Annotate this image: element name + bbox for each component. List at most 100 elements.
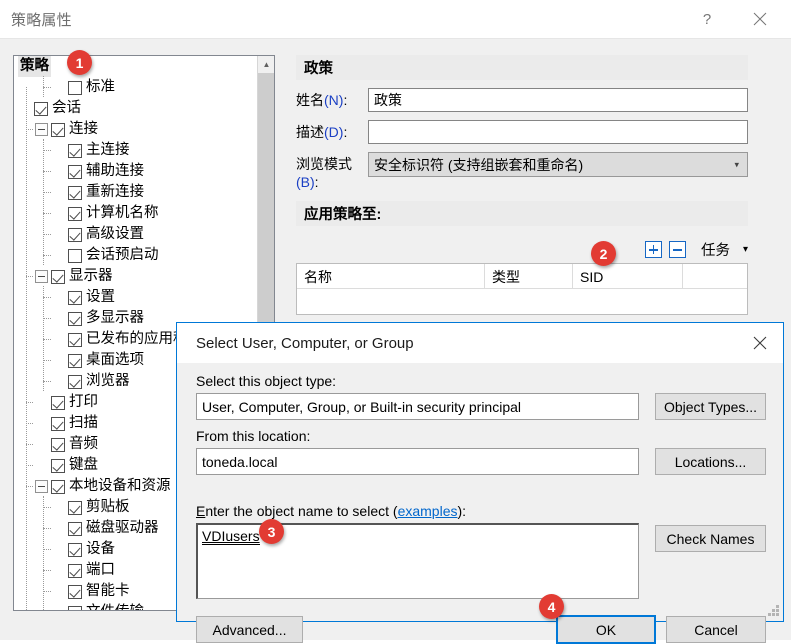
grid-col-name[interactable]: 名称	[297, 264, 485, 289]
checkbox-checked-icon[interactable]	[68, 143, 82, 158]
checkbox-checked-icon[interactable]	[51, 416, 65, 431]
dialog-close-glyph	[753, 336, 767, 350]
window-title: 策略属性	[11, 11, 72, 29]
checkbox-checked-icon[interactable]	[68, 563, 82, 578]
tree-connector-line	[26, 423, 33, 424]
checkbox-checked-icon[interactable]	[34, 101, 48, 116]
collapse-icon[interactable]	[35, 270, 48, 283]
tree-connector-line	[43, 549, 51, 550]
tree-connector-line	[43, 360, 51, 361]
checkbox-checked-icon[interactable]	[68, 584, 82, 599]
advanced-button[interactable]: Advanced...	[196, 616, 303, 643]
close-glyph	[753, 12, 767, 26]
tree-connector-line	[43, 87, 51, 88]
add-icon[interactable]	[644, 241, 662, 258]
object-name-label: Enter the object name to select (example…	[196, 503, 466, 519]
object-types-button[interactable]: Object Types...	[655, 393, 766, 420]
checkbox-checked-icon[interactable]	[68, 227, 82, 242]
tree-connector-line	[43, 381, 51, 382]
scroll-up-icon[interactable]: ▲	[258, 56, 274, 73]
checkbox-checked-icon[interactable]	[51, 269, 65, 284]
dialog-body: Select this object type: User, Computer,…	[177, 363, 783, 644]
dialog-title: Select User, Computer, or Group	[196, 334, 414, 352]
tree-item[interactable]: 会话	[14, 98, 257, 119]
checkbox-checked-icon[interactable]	[51, 479, 65, 494]
checkbox-checked-icon[interactable]	[68, 290, 82, 305]
checkbox-checked-icon[interactable]	[68, 353, 82, 368]
grid-col-type[interactable]: 类型	[485, 264, 573, 289]
tree-item[interactable]: 显示器	[14, 266, 257, 287]
tree-item-label: 本地设备和资源	[69, 478, 171, 494]
cancel-button[interactable]: Cancel	[666, 616, 766, 643]
step-badge-2: 2	[591, 241, 616, 266]
checkbox-checked-icon[interactable]	[68, 206, 82, 221]
tree-item-label: 会话	[52, 100, 81, 116]
tree-item-label: 显示器	[69, 268, 113, 284]
checkbox-checked-icon[interactable]	[51, 395, 65, 410]
tree-item-label: 连接	[69, 121, 98, 137]
tree-root-item[interactable]: 策略	[14, 56, 257, 77]
checkbox-checked-icon[interactable]	[68, 500, 82, 515]
remove-icon[interactable]	[668, 241, 686, 258]
name-input-value: 政策	[374, 92, 402, 108]
browse-mode-value: 安全标识符 (支持组嵌套和重命名)	[374, 156, 584, 173]
checkbox-checked-icon[interactable]	[51, 437, 65, 452]
locations-button[interactable]: Locations...	[655, 448, 766, 475]
description-input[interactable]	[368, 120, 748, 144]
examples-link[interactable]: examples	[398, 503, 458, 519]
name-input[interactable]: 政策	[368, 88, 748, 112]
object-name-value: VDIusers	[202, 528, 260, 545]
tree-item-label: 设备	[86, 541, 115, 557]
tree-item-label: 剪贴板	[86, 499, 130, 515]
tree-connector-line	[43, 139, 44, 265]
help-icon[interactable]: ?	[684, 0, 730, 38]
description-row: 描述(D):	[296, 120, 748, 144]
tree-connector-line	[26, 402, 33, 403]
grid-col-sid[interactable]: SID	[573, 264, 683, 289]
help-glyph: ?	[702, 10, 712, 28]
tree-item-label: 高级设置	[86, 226, 144, 242]
assignments-grid[interactable]: 名称 类型 SID	[296, 263, 748, 315]
check-names-button[interactable]: Check Names	[655, 525, 766, 552]
checkbox-checked-icon[interactable]	[68, 164, 82, 179]
tree-connector-line	[26, 129, 33, 130]
browse-mode-select[interactable]: 安全标识符 (支持组嵌套和重命名) ▾	[368, 152, 748, 177]
tree-item-label: 辅助连接	[86, 163, 144, 179]
checkbox-checked-icon[interactable]	[68, 311, 82, 326]
object-type-input[interactable]: User, Computer, Group, or Built-in secur…	[196, 393, 639, 420]
location-label: From this location:	[196, 428, 311, 444]
checkbox-checked-icon[interactable]	[68, 605, 82, 610]
tree-item-label: 键盘	[69, 457, 98, 473]
tree-connector-line	[43, 496, 44, 610]
checkbox-unchecked-icon[interactable]	[68, 248, 82, 263]
collapse-icon[interactable]	[35, 123, 48, 136]
dialog-close-icon[interactable]	[737, 323, 783, 363]
chevron-down-icon: ▾	[734, 159, 739, 169]
tree-item-label: 浏览器	[86, 373, 130, 389]
tree-item-label: 音频	[69, 436, 98, 452]
description-label: 描述(D):	[296, 124, 348, 140]
checkbox-checked-icon[interactable]	[68, 521, 82, 536]
checkbox-checked-icon[interactable]	[68, 374, 82, 389]
tree-item[interactable]: 连接	[14, 119, 257, 140]
close-icon[interactable]	[737, 0, 783, 38]
step-badge-3: 3	[259, 519, 284, 544]
checkbox-checked-icon[interactable]	[51, 458, 65, 473]
policy-properties-window: 策略属性 ? 策略 标准 会话 连接 主连接 辅助连接 重新连接 计算机名称 高级设置 会话预启动…	[0, 0, 791, 644]
tasks-chevron-down-icon[interactable]: ▾	[743, 244, 748, 255]
location-value: toneda.local	[202, 453, 278, 470]
name-row: 姓名(N): 政策	[296, 88, 748, 112]
tasks-button[interactable]: 任务	[701, 239, 730, 260]
collapse-icon[interactable]	[35, 480, 48, 493]
resize-grip-icon[interactable]	[767, 605, 780, 618]
checkbox-checked-icon[interactable]	[68, 185, 82, 200]
tree-connector-line	[43, 507, 51, 508]
checkbox-checked-icon[interactable]	[68, 542, 82, 557]
tree-item-label: 扫描	[69, 415, 98, 431]
checkbox-checked-icon[interactable]	[51, 122, 65, 137]
checkbox-checked-icon[interactable]	[68, 332, 82, 347]
checkbox-unchecked-icon[interactable]	[68, 80, 82, 95]
location-input[interactable]: toneda.local	[196, 448, 639, 475]
window-titlebar: 策略属性 ?	[0, 0, 791, 38]
